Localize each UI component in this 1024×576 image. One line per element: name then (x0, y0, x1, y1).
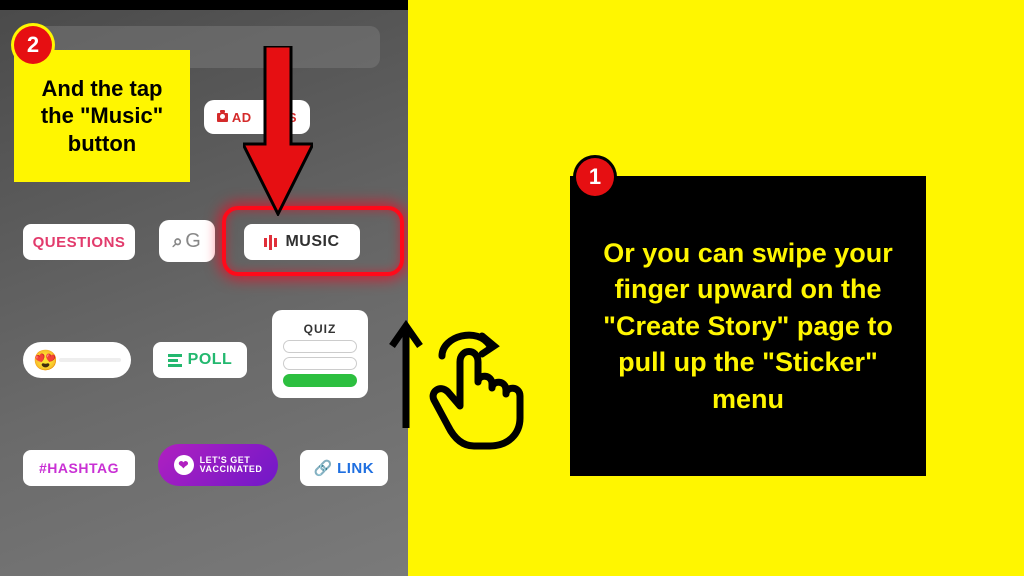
questions-label: QUESTIONS (33, 234, 126, 251)
link-icon: 🔗 (314, 459, 333, 477)
quiz-option (283, 340, 357, 353)
step2-callout: And the tap the "Music" button (14, 50, 190, 182)
hashtag-label: #HASHTAG (39, 460, 119, 476)
step1-callout: Or you can swipe your finger upward on t… (570, 176, 926, 476)
slider-track (59, 358, 121, 362)
poll-label: POLL (188, 351, 233, 369)
poll-sticker[interactable]: POLL (153, 342, 247, 378)
step1-badge: 1 (576, 158, 614, 196)
emoji-slider-sticker[interactable]: 😍 (23, 342, 131, 378)
music-sticker[interactable]: MUSIC (244, 224, 360, 260)
search-letter: G (185, 230, 201, 253)
search-icon: ⌕ (173, 231, 184, 252)
camera-icon (217, 113, 228, 122)
vaccinated-label: LET'S GET VACCINATED (200, 456, 263, 474)
questions-sticker[interactable]: QUESTIONS (23, 224, 135, 260)
link-label: LINK (337, 460, 374, 477)
link-sticker[interactable]: 🔗 LINK (300, 450, 388, 486)
quiz-option (283, 357, 357, 370)
quiz-sticker[interactable]: QUIZ (272, 310, 368, 398)
music-icon (264, 235, 277, 250)
gif-search-sticker[interactable]: ⌕ G (159, 220, 215, 262)
poll-icon (168, 354, 182, 367)
phone-top-bar (0, 0, 408, 10)
step2-text: And the tap the "Music" button (24, 75, 180, 158)
step1-text: Or you can swipe your finger upward on t… (588, 235, 908, 417)
hashtag-sticker[interactable]: #HASHTAG (23, 450, 135, 486)
emoji-icon: 😍 (33, 348, 58, 373)
quiz-option-selected (283, 374, 357, 387)
quiz-label: QUIZ (304, 322, 337, 336)
vaccinated-sticker[interactable]: ❤ LET'S GET VACCINATED (158, 444, 278, 486)
step2-badge: 2 (14, 26, 52, 64)
music-label: MUSIC (285, 233, 339, 251)
heart-icon: ❤ (174, 455, 194, 475)
red-arrow-icon (243, 46, 313, 216)
swipe-hand-icon (418, 322, 538, 452)
